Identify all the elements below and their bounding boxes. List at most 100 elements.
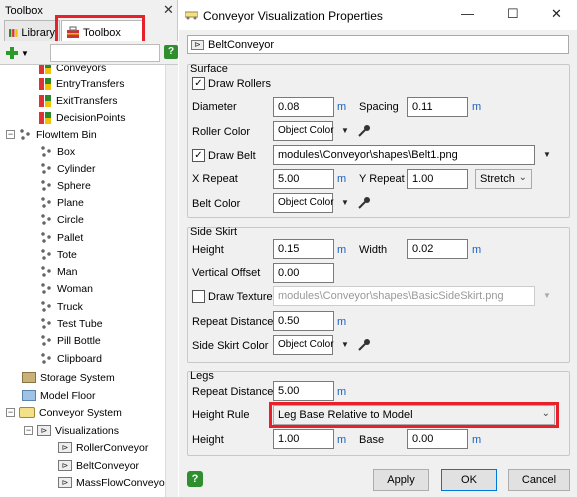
standard-tool-icon: [38, 65, 52, 75]
flowitem-icon: [19, 128, 32, 141]
roller-color-label: Roller Color: [192, 126, 251, 138]
toolbox-pane: Toolbox ✕ Library Toolbox ▼ ? Conveyors …: [0, 0, 178, 497]
toolbox-toolbar: ▼ ?: [0, 41, 178, 65]
standard-tool-icon: [38, 77, 52, 91]
side-skirt-width-label: Width: [359, 244, 388, 256]
tab-toolbox[interactable]: Toolbox: [61, 20, 145, 41]
tab-toolbox-label: Toolbox: [83, 26, 121, 39]
vertical-offset-label: Vertical Offset: [192, 267, 261, 279]
y-repeat-mode-value: Stretch: [480, 173, 515, 185]
standard-tool-icon: [38, 111, 52, 125]
side-skirt-height-field[interactable]: 0.15: [273, 239, 334, 259]
tree-item-man[interactable]: Man: [40, 263, 77, 280]
belt-color-dropdown-icon[interactable]: ▼: [341, 198, 349, 207]
belt-color-button[interactable]: Object Color: [273, 193, 334, 213]
tree-item-test-tube[interactable]: Test Tube: [40, 315, 103, 332]
tree-item-decisionpoints[interactable]: DecisionPoints: [38, 109, 125, 126]
tree-item-clipboard[interactable]: Clipboard: [40, 350, 102, 367]
visualization-icon: ⊳: [58, 460, 72, 471]
side-skirt-repeat-distance-field[interactable]: 0.50: [273, 311, 334, 331]
texture-path-field[interactable]: modules\Conveyor\shapes\BasicSideSkirt.p…: [273, 286, 535, 306]
spacing-field[interactable]: 0.11: [407, 97, 468, 117]
toolbox-help-icon[interactable]: ?: [164, 45, 178, 59]
roller-color-button[interactable]: Object Color: [273, 121, 334, 141]
texture-dropdown-icon[interactable]: ▼: [543, 291, 551, 300]
tree-item-visualizations[interactable]: − ⊳ Visualizations: [24, 422, 119, 439]
apply-button[interactable]: Apply: [373, 469, 429, 491]
tree-item-plane[interactable]: Plane: [40, 194, 84, 211]
tree-item-label: DecisionPoints: [56, 111, 126, 124]
tree-item-sphere[interactable]: Sphere: [40, 177, 91, 194]
x-repeat-field[interactable]: 5.00: [273, 169, 334, 189]
tree-item-cylinder[interactable]: Cylinder: [40, 160, 96, 177]
collapse-icon[interactable]: −: [24, 426, 33, 435]
maximize-icon[interactable]: ☐: [507, 6, 519, 22]
minimize-icon[interactable]: —: [461, 6, 474, 21]
checkbox-unchecked-icon: [192, 290, 205, 303]
tree-item-label: ExitTransfers: [56, 94, 118, 107]
side-skirt-height-label: Height: [192, 244, 224, 256]
flowitem-icon: [40, 145, 53, 158]
side-skirt-color-button[interactable]: Object Color: [273, 335, 334, 355]
legs-height-field[interactable]: 1.00: [273, 429, 334, 449]
toolbox-close-icon[interactable]: ✕: [163, 2, 174, 18]
tree-item-beltconveyor[interactable]: ⊳ BeltConveyor: [58, 457, 139, 474]
side-skirt-color-label: Side Skirt Color: [192, 340, 269, 352]
tree-item-pallet[interactable]: Pallet: [40, 229, 83, 246]
help-button[interactable]: ?: [187, 471, 203, 487]
collapse-icon[interactable]: −: [6, 408, 15, 417]
tree-item-flowitem-bin[interactable]: − FlowItem Bin: [6, 126, 97, 143]
draw-rollers-checkbox[interactable]: ✓ Draw Rollers: [192, 77, 271, 90]
roller-color-dropdown-icon[interactable]: ▼: [341, 126, 349, 135]
toolbox-pane-title: Toolbox: [5, 5, 43, 17]
legs-base-unit: m: [472, 434, 482, 446]
toolbox-search-input[interactable]: [50, 44, 160, 62]
tree-item-woman[interactable]: Woman: [40, 280, 93, 297]
add-button[interactable]: ▼: [5, 44, 35, 62]
y-repeat-field[interactable]: 1.00: [407, 169, 468, 189]
y-repeat-label: Y Repeat: [359, 173, 405, 185]
tree-item-label: FlowItem Bin: [36, 128, 97, 141]
belt-texture-path-field[interactable]: modules\Conveyor\shapes\Belt1.png: [273, 145, 535, 165]
tree-item-label: Conveyors: [56, 65, 107, 74]
tree-item-massflowconveyor[interactable]: ⊳ MassFlowConveyor: [58, 474, 165, 491]
tree-item-rollerconveyor[interactable]: ⊳ RollerConveyor: [58, 439, 148, 456]
eyedropper-icon[interactable]: [357, 124, 371, 138]
tab-library[interactable]: Library: [4, 20, 60, 41]
draw-texture-checkbox[interactable]: Draw Texture: [192, 290, 273, 303]
tree-item-pill-bottle[interactable]: Pill Bottle: [40, 332, 101, 349]
tree-item-conveyor-system[interactable]: − Conveyor System: [6, 404, 122, 421]
tree-scrollbar[interactable]: [165, 65, 178, 497]
tree-item-label: Plane: [57, 196, 84, 209]
tree-item-exittransfers[interactable]: ExitTransfers: [38, 92, 117, 109]
tree-item-truck[interactable]: Truck: [40, 298, 83, 315]
eyedropper-icon[interactable]: [357, 196, 371, 210]
legs-base-field[interactable]: 0.00: [407, 429, 468, 449]
diameter-field[interactable]: 0.08: [273, 97, 334, 117]
legs-repeat-distance-field[interactable]: 5.00: [273, 381, 334, 401]
collapse-icon[interactable]: −: [6, 130, 15, 139]
flowitem-icon: [40, 317, 53, 330]
legs-base-label: Base: [359, 434, 385, 446]
tree-item-storage-system[interactable]: Storage System: [22, 369, 115, 386]
eyedropper-icon[interactable]: [357, 338, 371, 352]
side-skirt-color-dropdown-icon[interactable]: ▼: [341, 340, 349, 349]
draw-rollers-label: Draw Rollers: [208, 77, 271, 90]
dialog-title: Conveyor Visualization Properties: [203, 9, 383, 23]
side-skirt-width-field[interactable]: 0.02: [407, 239, 468, 259]
y-repeat-mode-select[interactable]: Stretch ⌄: [475, 169, 532, 189]
tree-item-tote[interactable]: Tote: [40, 246, 77, 263]
vertical-offset-field[interactable]: 0.00: [273, 263, 334, 283]
close-icon[interactable]: ✕: [551, 6, 562, 22]
height-rule-select[interactable]: Leg Base Relative to Model ⌄: [273, 405, 555, 425]
belt-texture-dropdown-icon[interactable]: ▼: [543, 150, 551, 159]
flowitem-icon: [40, 352, 53, 365]
tree-item-entrytransfers[interactable]: EntryTransfers: [38, 75, 124, 92]
object-name-field[interactable]: ⊳ BeltConveyor: [187, 35, 569, 54]
draw-belt-checkbox[interactable]: ✓ Draw Belt: [192, 149, 256, 162]
tree-item-model-floor[interactable]: Model Floor: [22, 387, 95, 404]
tree-item-circle[interactable]: Circle: [40, 211, 84, 228]
cancel-button[interactable]: Cancel: [508, 469, 570, 491]
ok-button[interactable]: OK: [441, 469, 497, 491]
tree-item-box[interactable]: Box: [40, 143, 75, 160]
